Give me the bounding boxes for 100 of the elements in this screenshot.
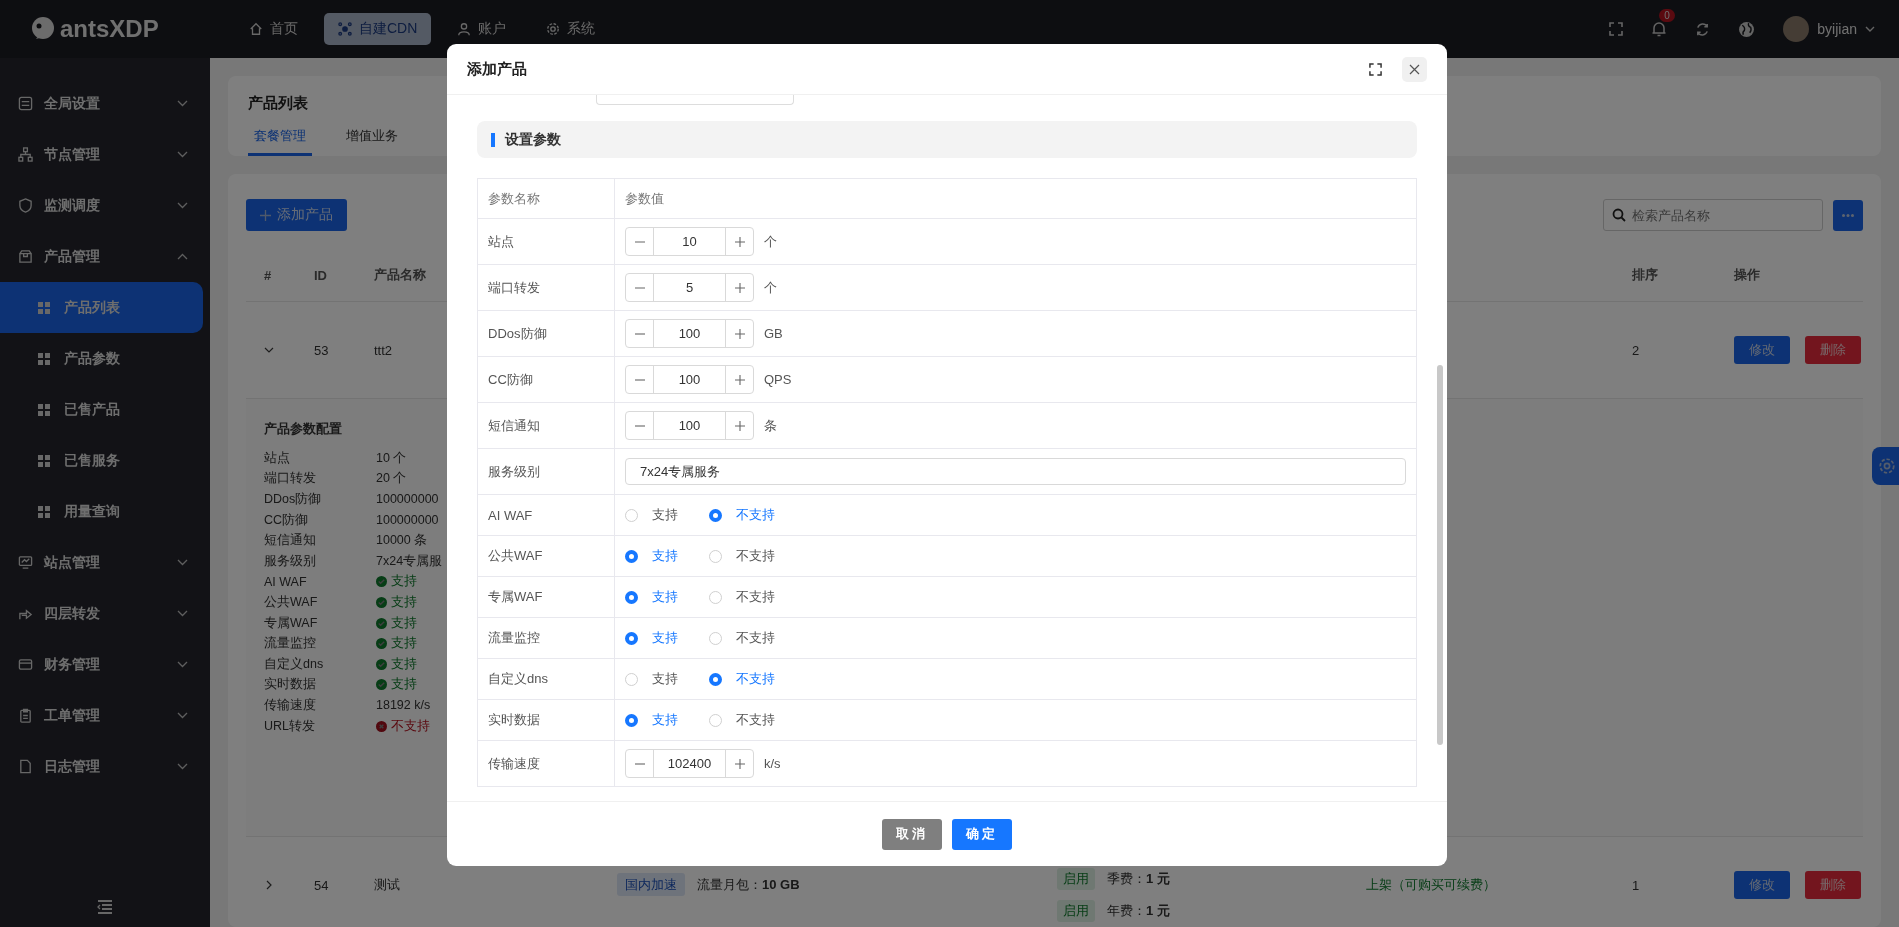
number-stepper[interactable]: 10	[625, 227, 754, 256]
avatar[interactable]	[1783, 16, 1810, 42]
radio-label[interactable]: 不支持	[736, 670, 775, 688]
user-name[interactable]: byijian	[1817, 21, 1857, 37]
radio-label[interactable]: 支持	[652, 629, 678, 647]
sidebar-subitem[interactable]: 用量查询	[0, 486, 203, 537]
table-cell: 2	[1632, 342, 1640, 358]
radio-button[interactable]	[625, 549, 638, 563]
more-button[interactable]	[1833, 199, 1863, 231]
sidebar-item[interactable]: 日志管理	[0, 741, 210, 792]
number-input[interactable]	[596, 95, 794, 105]
delete-button[interactable]: 删除	[1805, 336, 1861, 364]
scrollbar[interactable]	[1437, 365, 1443, 745]
edit-button[interactable]: 修改	[1734, 871, 1790, 899]
radio-label[interactable]: 不支持	[736, 588, 775, 606]
x-circle-icon	[376, 720, 387, 732]
plus-icon[interactable]	[734, 282, 745, 293]
radio-button[interactable]	[709, 508, 722, 522]
bell-icon[interactable]	[1651, 21, 1668, 37]
delete-button[interactable]: 删除	[1805, 871, 1861, 899]
settings-icon	[1878, 457, 1896, 475]
dialog-title: 添加产品	[467, 59, 528, 79]
radio-label[interactable]: 支持	[652, 547, 678, 565]
check-circle-icon	[376, 679, 387, 691]
number-stepper[interactable]: 102400	[625, 749, 754, 778]
globe-icon[interactable]	[1738, 20, 1756, 38]
grid-icon	[38, 352, 50, 365]
number-value: 10	[681, 233, 698, 251]
sidebar-item[interactable]: 财务管理	[0, 639, 210, 690]
refresh-icon[interactable]	[1695, 21, 1711, 37]
param-name: 流量监控	[478, 618, 615, 658]
sidebar-subitem[interactable]: 产品列表	[0, 282, 203, 333]
sidebar-item[interactable]: 产品管理	[0, 231, 210, 282]
user-icon	[457, 22, 472, 36]
number-stepper[interactable]: 5	[625, 273, 754, 302]
fullscreen-icon[interactable]	[1369, 62, 1382, 76]
radio-button[interactable]	[625, 590, 638, 604]
radio-button[interactable]	[625, 713, 638, 727]
number-stepper[interactable]: 100	[625, 365, 754, 394]
plus-icon[interactable]	[734, 328, 745, 339]
tab[interactable]: 套餐管理	[248, 127, 312, 156]
cancel-button[interactable]: 取消	[882, 818, 942, 850]
nav-tab[interactable]: 系统	[532, 13, 610, 45]
table-cell: 1	[1632, 877, 1640, 893]
text-input[interactable]: 7x24专属服务	[625, 458, 1406, 485]
sidebar-item[interactable]: 站点管理	[0, 537, 210, 588]
add-product-button[interactable]: 添加产品	[246, 199, 347, 231]
unit-label: k/s	[764, 756, 781, 771]
param-name: 短信通知	[264, 532, 317, 550]
credit-card-icon	[18, 657, 33, 672]
details-title: 产品参数配置	[264, 421, 342, 438]
table-cell: 53	[314, 342, 329, 358]
number-stepper[interactable]: 100	[625, 411, 754, 440]
radio-label[interactable]: 支持	[652, 588, 678, 606]
radio-label[interactable]: 支持	[652, 670, 678, 688]
radio-label[interactable]: 不支持	[736, 547, 775, 565]
number-stepper[interactable]: 100	[625, 319, 754, 348]
plus-icon[interactable]	[734, 758, 745, 769]
sidebar-subitem[interactable]: 产品参数	[0, 333, 203, 384]
nav-tab[interactable]: 自建CDN	[324, 13, 432, 45]
tab[interactable]: 增值业务	[340, 127, 404, 156]
sidebar-item[interactable]: 工单管理	[0, 690, 210, 741]
nav-tab[interactable]: 账户	[443, 13, 521, 45]
status-tag: 启用	[1057, 900, 1095, 922]
sidebar-subitem[interactable]: 已售服务	[0, 435, 203, 486]
sidebar-item[interactable]: 全局设置	[0, 78, 210, 129]
sidebar-item[interactable]: 监测调度	[0, 180, 210, 231]
plus-icon	[260, 209, 271, 221]
search-field[interactable]: 检索产品名称	[1603, 199, 1823, 231]
param-name: AI WAF	[264, 574, 308, 589]
settings-button[interactable]	[1872, 447, 1899, 485]
param-name: 站点	[264, 449, 291, 467]
radio-button[interactable]	[625, 631, 638, 645]
radio-label[interactable]: 支持	[652, 506, 678, 524]
plus-icon[interactable]	[734, 236, 745, 247]
sidebar-item[interactable]: 四层转发	[0, 588, 210, 639]
param-value: 100000000	[376, 492, 439, 507]
plus-icon[interactable]	[734, 420, 745, 431]
sidebar-subitem[interactable]: 已售产品	[0, 384, 203, 435]
nav-tab[interactable]: 首页	[235, 13, 312, 45]
radio-label[interactable]: 不支持	[736, 629, 775, 647]
chevron-right-icon[interactable]	[264, 879, 274, 890]
monitor-icon	[18, 555, 33, 570]
plus-icon[interactable]	[734, 374, 745, 385]
support-status: 支持	[391, 676, 417, 694]
close-button[interactable]	[1402, 56, 1427, 82]
edit-button[interactable]: 修改	[1734, 336, 1790, 364]
sidebar-item[interactable]: 节点管理	[0, 129, 210, 180]
sale-status: 上架（可购买可续费）	[1366, 877, 1496, 892]
param-name: AI WAF	[478, 495, 615, 535]
sliders-icon	[18, 96, 33, 111]
radio-label[interactable]: 支持	[652, 711, 678, 729]
collapse-menu-icon[interactable]	[97, 900, 113, 914]
check-circle-icon	[376, 576, 387, 588]
radio-label[interactable]: 不支持	[736, 711, 775, 729]
confirm-button[interactable]: 确定	[952, 818, 1012, 850]
param-name: 服务级别	[264, 552, 317, 570]
radio-button[interactable]	[709, 672, 722, 686]
radio-label[interactable]: 不支持	[736, 506, 775, 524]
caret-icon[interactable]	[1865, 26, 1875, 32]
